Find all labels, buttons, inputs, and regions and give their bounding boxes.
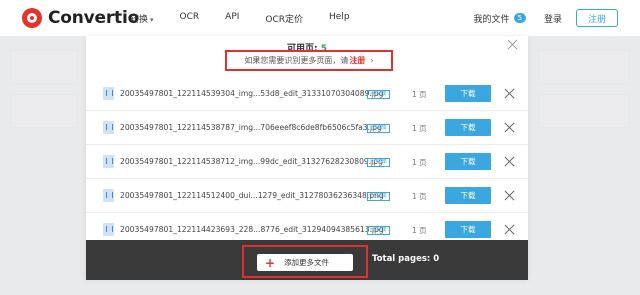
page-count: 1 页 — [412, 124, 427, 133]
status-badge: 已完成 — [367, 192, 390, 201]
add-more-files-button[interactable]: + 添加更多文件 — [257, 254, 353, 271]
upsell-text: 如果您需要识别更多页面，请 — [244, 56, 349, 65]
register-button[interactable]: 注册 — [576, 9, 618, 27]
remove-file-icon[interactable] — [504, 190, 515, 201]
nav-item-label: API — [225, 12, 240, 22]
file-name: 20035497801_122114512400_dui...1279_edit… — [120, 191, 384, 200]
document-icon — [103, 121, 114, 134]
file-name: 20035497801_122114538787_img...706eeef8c… — [120, 123, 382, 132]
upsell-register-link[interactable]: 注册 — [349, 55, 365, 66]
account-nav: 我的文件 5 登录 注册 — [474, 9, 618, 27]
nav-item-label: OCR定价 — [265, 15, 304, 25]
download-button[interactable]: 下载 — [445, 85, 491, 102]
plus-icon: + — [265, 255, 276, 270]
modal-footer: + 添加更多文件 Total pages: 0 — [86, 240, 528, 280]
page-count: 1 页 — [412, 192, 427, 201]
file-row: 20035497801_122114538787_img...706eeef8c… — [86, 111, 528, 145]
chevron-down-icon: ▾ — [150, 16, 154, 24]
file-row: 20035497801_122114539304_img...53d8_edit… — [86, 77, 528, 111]
nav-item-ocr[interactable]: OCR — [180, 12, 200, 25]
brand-name: Convertio — [48, 8, 140, 28]
file-name: 20035497801_122114538712_img...99dc_edit… — [120, 157, 383, 166]
remove-file-icon[interactable] — [504, 156, 515, 167]
top-nav-bar: Convertio 转换 ▾ OCR API OCR定价 Help 我的文件 5 … — [0, 0, 640, 36]
page-count: 1 页 — [412, 226, 427, 235]
document-icon — [103, 223, 114, 236]
document-icon — [103, 189, 114, 202]
nav-item-label: 转换 — [130, 15, 149, 25]
remove-file-icon[interactable] — [504, 122, 515, 133]
status-badge: 已完成 — [367, 90, 390, 99]
my-files-link[interactable]: 我的文件 5 — [474, 12, 526, 25]
file-list: 20035497801_122114539304_img...53d8_edit… — [86, 77, 528, 247]
nav-item-label: Help — [329, 12, 350, 22]
status-badge: 已完成 — [367, 124, 390, 133]
main-nav: 转换 ▾ OCR API OCR定价 Help — [130, 12, 376, 25]
nav-item-label: OCR — [179, 12, 200, 22]
files-modal: 可用页: 5 如果您需要识别更多页面，请 注册 › 20035497801_12… — [86, 36, 528, 280]
register-upsell-banner[interactable]: 如果您需要识别更多页面，请 注册 › — [225, 50, 393, 71]
nav-item-ocr-pricing[interactable]: OCR定价 — [265, 12, 303, 25]
file-name: 20035497801_122114423693_228...8776_edit… — [120, 225, 384, 234]
remove-file-icon[interactable] — [504, 224, 515, 235]
add-files-highlight: + 添加更多文件 — [242, 245, 368, 278]
nav-item-convert[interactable]: 转换 ▾ — [130, 12, 154, 25]
download-button[interactable]: 下载 — [445, 153, 491, 170]
page-count: 1 页 — [412, 90, 427, 99]
add-more-files-label: 添加更多文件 — [284, 258, 330, 267]
download-button[interactable]: 下载 — [445, 187, 491, 204]
document-icon — [103, 87, 114, 100]
file-row: 20035497801_122114538712_img...99dc_edit… — [86, 145, 528, 179]
file-count-badge: 5 — [513, 13, 526, 23]
file-row: 20035497801_122114512400_dui...1279_edit… — [86, 179, 528, 213]
download-button[interactable]: 下载 — [445, 221, 491, 238]
download-button[interactable]: 下载 — [445, 119, 491, 136]
remove-file-icon[interactable] — [504, 88, 515, 99]
chevron-right-icon: › — [370, 56, 374, 65]
convertio-logo-icon — [22, 8, 42, 28]
document-icon — [103, 155, 114, 168]
status-badge: 已完成 — [367, 226, 390, 235]
login-link[interactable]: 登录 — [544, 12, 562, 25]
nav-item-help[interactable]: Help — [329, 12, 350, 25]
convertio-logo[interactable]: Convertio — [22, 8, 139, 28]
page-count: 1 页 — [412, 158, 427, 167]
nav-item-api[interactable]: API — [225, 12, 239, 25]
file-name: 20035497801_122114539304_img...53d8_edit… — [120, 89, 384, 98]
status-badge: 已完成 — [367, 158, 390, 167]
total-pages: Total pages: 0 — [372, 254, 440, 264]
my-files-label: 我的文件 — [473, 14, 510, 25]
